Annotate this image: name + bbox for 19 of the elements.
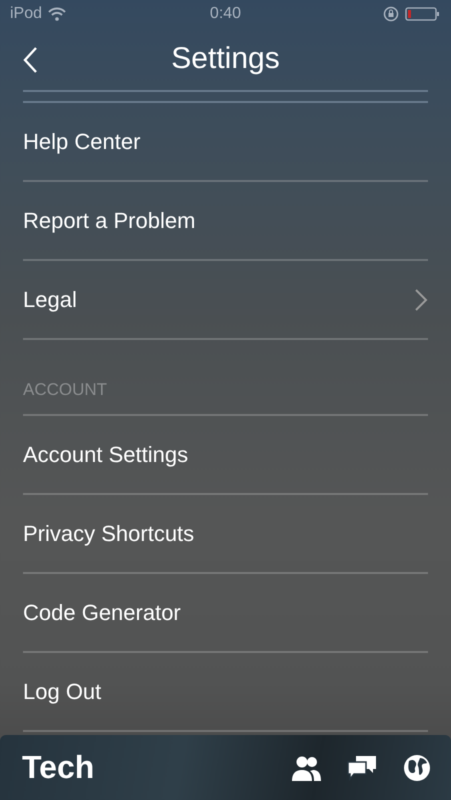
rotation-lock-icon [382,6,399,22]
settings-item[interactable]: Privacy Shortcuts [23,520,194,546]
status-time: 0:40 [210,5,242,23]
settings-item[interactable]: Help Center [23,128,140,154]
carrier-name: iPod [10,5,42,23]
battery-icon [404,6,441,22]
group-name: Tech [22,749,94,786]
chevron-icon [414,288,428,312]
people-icon[interactable] [291,754,321,780]
screen-title: Settings [171,42,280,76]
settings-item[interactable]: Legal [23,286,77,312]
settings-item[interactable]: Log Out [23,678,102,704]
settings-item[interactable]: Code Generator [23,600,181,626]
wifi-icon [48,7,66,21]
settings-item[interactable]: Account Settings [23,442,188,468]
settings-item[interactable]: Report a Problem [23,208,196,234]
chat-icon[interactable] [347,754,377,780]
section-header: ACCOUNT [23,380,108,400]
globe-icon[interactable] [403,754,431,782]
